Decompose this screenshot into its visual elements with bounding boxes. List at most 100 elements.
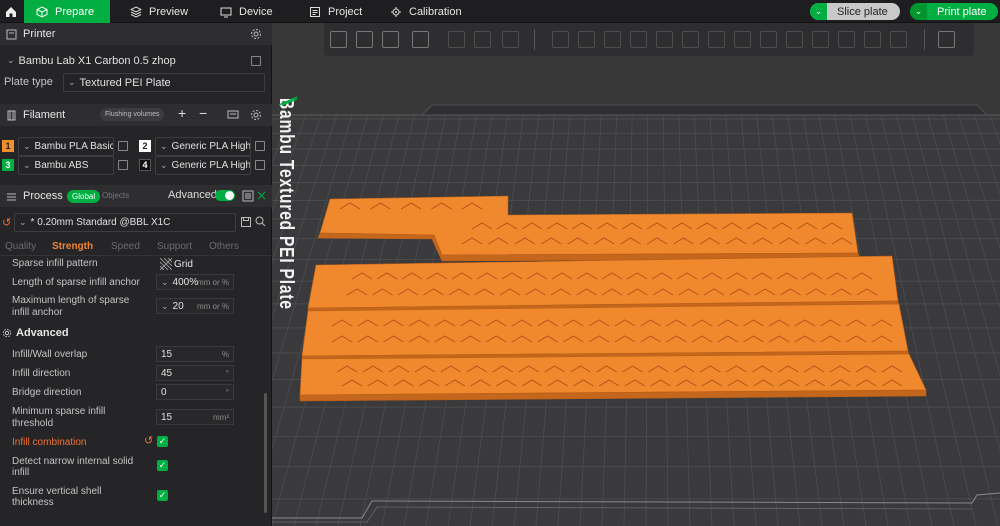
brim-ears-icon[interactable] (864, 31, 881, 48)
filament-icon (7, 110, 16, 120)
lay-on-face-icon[interactable] (630, 31, 647, 48)
subtab-others[interactable]: Others (209, 241, 239, 252)
plate-settings-icon[interactable] (278, 96, 298, 106)
support-paint-icon[interactable] (708, 31, 725, 48)
measure-icon[interactable] (812, 31, 829, 48)
split-parts-icon[interactable] (474, 31, 491, 48)
edit-icon[interactable] (255, 141, 265, 151)
scale-icon[interactable] (604, 31, 621, 48)
part-key-row-4[interactable] (299, 353, 927, 396)
min-sparse-label: Minimum sparse infill (12, 406, 106, 417)
gear-icon[interactable] (250, 28, 262, 40)
objects-toggle[interactable]: Objects (102, 191, 129, 200)
cube-icon (36, 5, 48, 18)
slice-plate-label: Slice plate (837, 5, 888, 18)
variable-layer-icon[interactable] (938, 31, 955, 48)
sparse-pattern-select[interactable]: Grid (156, 256, 234, 272)
arrange-icon[interactable] (412, 31, 429, 48)
compare-icon[interactable] (256, 190, 267, 201)
min-sparse-input[interactable]: 15 mm² (156, 409, 234, 425)
detect-narrow-checkbox[interactable]: ✓ (157, 460, 168, 471)
edit-icon[interactable] (118, 160, 128, 170)
orient-icon[interactable] (382, 31, 399, 48)
edit-icon[interactable] (255, 160, 265, 170)
save-icon[interactable] (241, 217, 251, 227)
filament-slot-4-color[interactable]: 4 (139, 159, 151, 171)
scrollbar[interactable] (264, 393, 267, 513)
subtab-strength[interactable]: Strength (52, 241, 93, 252)
move-icon[interactable] (552, 31, 569, 48)
unit-label: ° (225, 368, 229, 378)
infill-combination-checkbox[interactable]: ✓ (157, 436, 168, 447)
flushing-volumes-button[interactable]: Flushing volumes (100, 108, 165, 121)
anchor-length-input[interactable]: ⌄ 400% mm or % (156, 274, 234, 290)
filament-slot-2-select[interactable]: ⌄ Generic PLA High... (155, 137, 251, 156)
filament-slot-4-select[interactable]: ⌄ Generic PLA High... (155, 156, 251, 175)
subtab-quality[interactable]: Quality (5, 241, 36, 252)
plate-label: Bambu Textured PEI Plate (275, 98, 297, 310)
add-object-icon[interactable] (330, 31, 347, 48)
cut-icon[interactable] (656, 31, 673, 48)
mesh-boolean-icon[interactable] (682, 31, 699, 48)
slice-plate-button[interactable]: ⌄ Slice plate (810, 3, 900, 20)
bridge-direction-input[interactable]: 0 ° (156, 384, 234, 400)
simplify-icon[interactable] (890, 31, 907, 48)
unit-label: ° (225, 387, 229, 397)
chevron-down-icon: ⌄ (68, 77, 76, 87)
add-plate-icon[interactable] (356, 31, 373, 48)
search-icon[interactable] (255, 216, 266, 227)
min-sparse-label-cont: threshold (12, 418, 54, 429)
filament-slot-1-select[interactable]: ⌄ Bambu PLA Basic (18, 137, 114, 156)
remove-filament-icon[interactable]: − (199, 105, 207, 121)
plate-type-select[interactable]: ⌄ Textured PEI Plate (63, 73, 265, 92)
tab-device[interactable]: Device (208, 0, 285, 23)
advanced-switch[interactable] (215, 190, 235, 201)
wall-overlap-input[interactable]: 15 % (156, 346, 234, 362)
max-anchor-input[interactable]: ⌄ 20 mm or % (156, 298, 234, 314)
process-preset-select[interactable]: ⌄ * 0.20mm Standard @BBL X1C (14, 213, 236, 232)
home-button[interactable] (0, 0, 22, 23)
tab-calibration[interactable]: Calibration (378, 0, 474, 23)
printer-select[interactable]: ⌄ Bambu Lab X1 Carbon 0.5 zhop (3, 51, 264, 70)
tab-preview[interactable]: Preview (118, 0, 200, 23)
filament-slot-2-color[interactable]: 2 (139, 140, 151, 152)
filament-slot-3-color[interactable]: 3 (2, 159, 14, 171)
seam-paint-icon[interactable] (734, 31, 751, 48)
add-filament-icon[interactable]: + (178, 105, 186, 121)
slot-number: 3 (5, 160, 11, 170)
assembly-icon[interactable] (838, 31, 855, 48)
3d-viewport[interactable]: Bambu Textured PEI Plate (272, 23, 1000, 526)
split-objects-icon[interactable] (448, 31, 465, 48)
reset-icon[interactable]: ↺ (2, 216, 11, 229)
plate-type-value: Textured PEI Plate (79, 76, 171, 89)
ensure-shell-checkbox[interactable]: ✓ (157, 490, 168, 501)
part-key-row-3[interactable] (301, 303, 909, 357)
layers-icon[interactable] (502, 31, 519, 48)
chevron-down-icon[interactable]: ⌄ (910, 3, 927, 20)
print-plate-button[interactable]: ⌄ Print plate (910, 3, 998, 20)
part-key-row-2[interactable] (307, 255, 899, 309)
filament-slot-1-color[interactable]: 1 (2, 140, 14, 152)
subtab-support[interactable]: Support (157, 241, 192, 252)
infill-direction-input[interactable]: 45 ° (156, 365, 234, 381)
tab-project[interactable]: Project (297, 0, 374, 23)
subtab-speed[interactable]: Speed (111, 241, 140, 252)
list-icon[interactable] (242, 190, 254, 202)
edit-icon[interactable] (118, 141, 128, 151)
filament-slot-3-select[interactable]: ⌄ Bambu ABS (18, 156, 114, 175)
toolbar-divider (924, 29, 925, 50)
reset-icon[interactable]: ↺ (144, 434, 153, 447)
sync-icon[interactable] (227, 109, 239, 120)
gear-icon[interactable] (250, 109, 262, 121)
color-paint-icon[interactable] (786, 31, 803, 48)
filament-name: Generic PLA High... (171, 141, 251, 152)
text-icon[interactable] (760, 31, 777, 48)
global-toggle[interactable]: Global (67, 190, 101, 203)
tab-label: Device (239, 5, 273, 18)
chevron-down-icon[interactable]: ⌄ (810, 3, 827, 20)
build-plate (272, 104, 1000, 526)
rotate-icon[interactable] (578, 31, 595, 48)
tab-prepare[interactable]: Prepare (24, 0, 110, 23)
edit-icon[interactable] (251, 56, 261, 66)
printer-icon (6, 29, 17, 39)
